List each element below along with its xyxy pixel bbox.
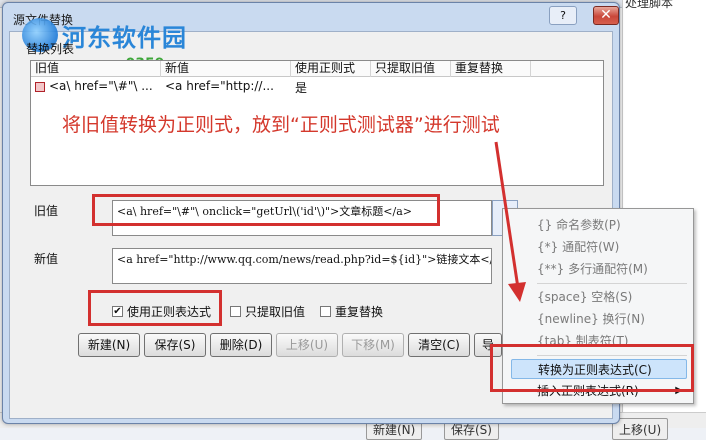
menu-separator — [537, 283, 687, 284]
list-header: 旧值 新值 使用正则式 只提取旧值 重复替换 — [31, 61, 603, 77]
highlight-old-value — [92, 194, 440, 226]
move-down-button[interactable]: 下移(M) — [342, 333, 404, 357]
help-button[interactable]: ? — [549, 6, 577, 25]
menu-item-multiline-wildcard[interactable]: {**} 多行通配符(M) — [511, 259, 687, 279]
repeat-replace-label: 重复替换 — [335, 305, 384, 319]
menu-item-named-param[interactable]: {} 命名参数(P) — [511, 215, 687, 235]
menu-item-newline[interactable]: {newline} 换行(N) — [511, 309, 687, 329]
background-right-text: 处理脚本 — [625, 0, 674, 10]
replace-list-label: 替换列表 — [26, 42, 75, 56]
column-new[interactable]: 新值 — [161, 61, 291, 77]
close-button[interactable]: ✕ — [593, 6, 619, 25]
column-old[interactable]: 旧值 — [31, 61, 161, 77]
tutorial-annotation: 将旧值转换为正则式，放到“正则式测试器”进行测试 — [62, 114, 500, 136]
checkbox-box-icon — [320, 306, 331, 317]
highlight-use-regex — [88, 290, 222, 326]
row-new: <a href="http://... — [165, 79, 274, 93]
column-regex[interactable]: 使用正则式 — [291, 61, 371, 77]
extract-only-label: 只提取旧值 — [245, 305, 306, 319]
menu-item-space[interactable]: {space} 空格(S) — [511, 287, 687, 307]
background-up-button[interactable]: 上移(U) — [612, 418, 669, 440]
new-value-input[interactable]: <a href="http://www.qq.com/news/read.php… — [112, 248, 492, 284]
old-value-label: 旧值 — [34, 204, 59, 218]
menu-item-wildcard[interactable]: {*} 通配符(W) — [511, 237, 687, 257]
checkbox-box-icon — [230, 306, 241, 317]
watermark-name: 河东软件园 — [62, 24, 187, 52]
new-value-label: 新值 — [34, 252, 59, 266]
column-extract[interactable]: 只提取旧值 — [371, 61, 451, 77]
table-row[interactable]: <a\ href="\#"\ ... <a href="http://... 是 — [31, 78, 603, 96]
clear-button[interactable]: 清空(C) — [408, 333, 470, 357]
row-old: <a\ href="\#"\ ... — [49, 79, 153, 93]
repeat-replace-checkbox[interactable]: 重复替换 — [320, 303, 383, 320]
row-regex: 是 — [295, 81, 308, 95]
delete-button[interactable]: 删除(D) — [210, 333, 272, 357]
save-button[interactable]: 保存(S) — [144, 333, 206, 357]
move-up-button[interactable]: 上移(U) — [276, 333, 338, 357]
extract-only-checkbox[interactable]: 只提取旧值 — [230, 303, 305, 320]
column-repeat[interactable]: 重复替换 — [451, 61, 531, 77]
new-button[interactable]: 新建(N) — [78, 333, 140, 357]
rule-icon — [35, 82, 45, 92]
highlight-convert-menu — [490, 344, 694, 392]
